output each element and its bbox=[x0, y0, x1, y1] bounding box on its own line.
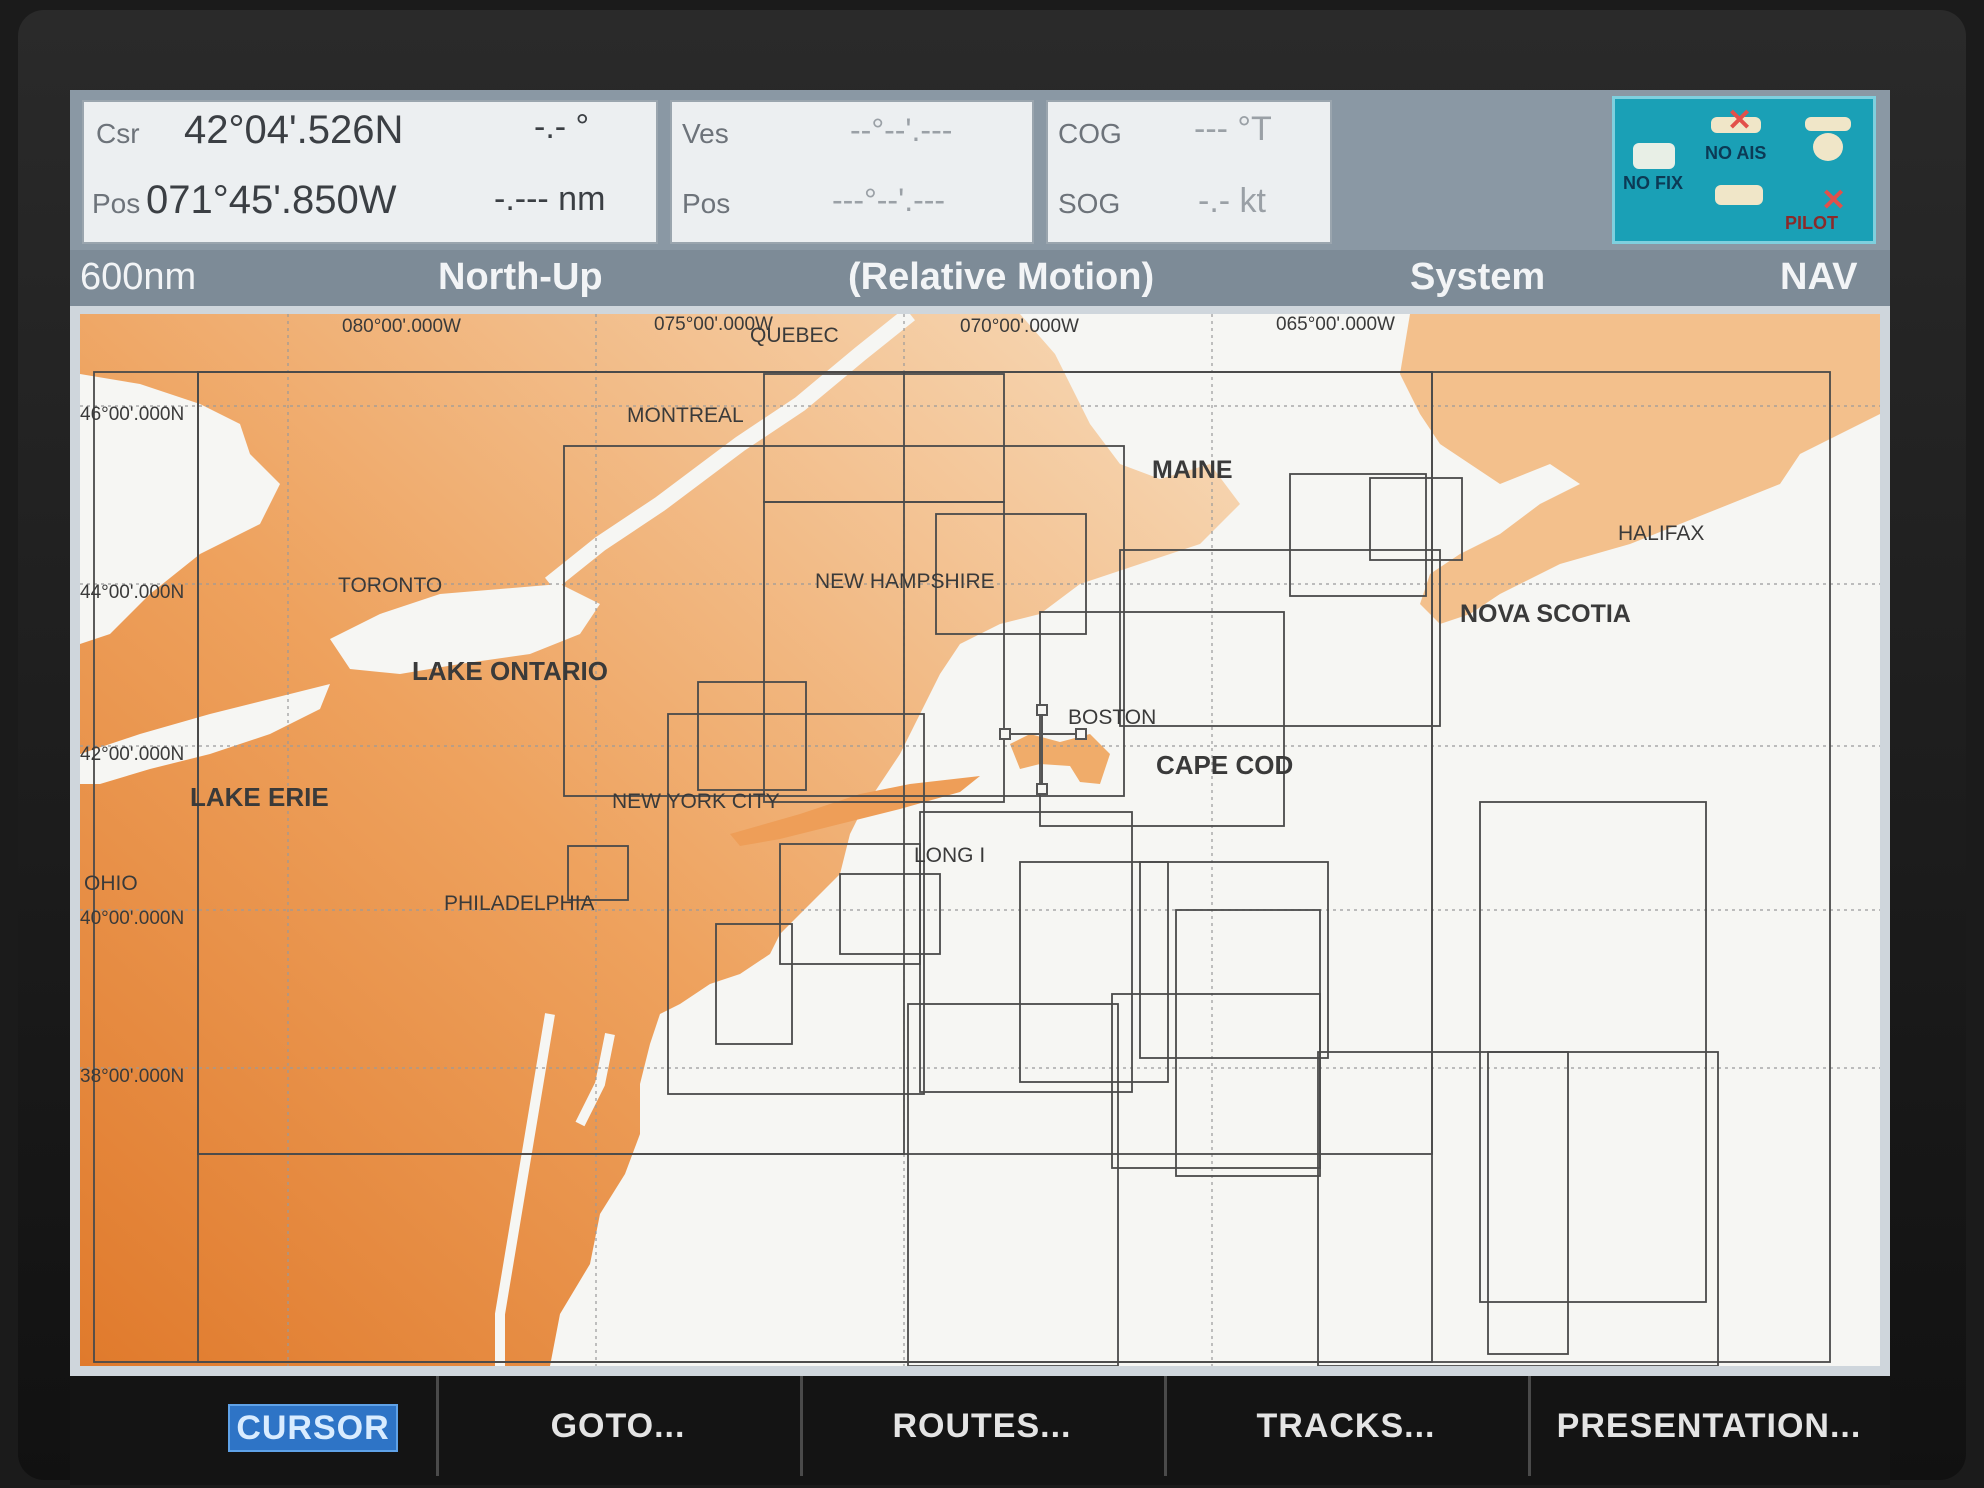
lat-label-40n: 40°00'.000N bbox=[80, 908, 184, 929]
motion-mode: (Relative Motion) bbox=[848, 256, 1155, 298]
lat-label-42n: 42°00'.000N bbox=[80, 744, 184, 765]
cursor-bearing: -.- ° bbox=[534, 108, 590, 146]
tracks-softkey[interactable]: TRACKS... bbox=[1164, 1376, 1531, 1476]
cape-cod-landmass bbox=[1010, 734, 1110, 784]
lon-label-65w: 065°00'.000W bbox=[1276, 314, 1395, 335]
vessel-longitude: ---°--'.--- bbox=[832, 182, 946, 218]
pilot-status: PILOT bbox=[1785, 213, 1838, 233]
place-ohio: OHIO bbox=[84, 872, 138, 895]
lat-label-38n: 38°00'.000N bbox=[80, 1066, 184, 1087]
cursor-range: -.--- nm bbox=[494, 180, 606, 218]
vessel-position-panel: Ves --°--'.--- Pos ---°--'.--- bbox=[670, 100, 1034, 244]
gps-satellite-icon bbox=[1633, 143, 1675, 169]
cog-value: --- °T bbox=[1194, 110, 1272, 148]
status-indicator-panel: NO FIX ✕ NO AIS ✕ PILOT bbox=[1612, 96, 1876, 244]
radar-dome-icon bbox=[1813, 133, 1843, 161]
no-fix-status: NO FIX bbox=[1623, 173, 1684, 193]
lon-label-70w: 070°00'.000W bbox=[960, 316, 1079, 337]
place-maine: MAINE bbox=[1152, 456, 1233, 484]
cursor-softkey[interactable]: CURSOR bbox=[70, 1376, 439, 1476]
place-halifax: HALIFAX bbox=[1618, 522, 1704, 545]
chart-range: 600nm bbox=[80, 256, 197, 298]
vessel-latitude: --°--'.--- bbox=[850, 112, 953, 148]
presentation-softkey[interactable]: PRESENTATION... bbox=[1528, 1376, 1890, 1476]
sog-value: -.- kt bbox=[1198, 182, 1266, 220]
goto-softkey[interactable]: GOTO... bbox=[436, 1376, 803, 1476]
no-ais-status: NO AIS bbox=[1705, 143, 1767, 163]
sog-label: SOG bbox=[1058, 188, 1121, 219]
place-nova-scotia: NOVA SCOTIA bbox=[1460, 600, 1631, 628]
nautical-chart[interactable]: 080°00'.000W 075°00'.000W 070°00'.000W 0… bbox=[80, 314, 1880, 1366]
place-montreal: MONTREAL bbox=[627, 404, 744, 427]
cog-label: COG bbox=[1058, 118, 1122, 149]
place-new-york-city: NEW YORK CITY bbox=[612, 790, 780, 813]
orientation-mode: North-Up bbox=[438, 256, 603, 298]
lon-label-80w: 080°00'.000W bbox=[342, 316, 461, 337]
nav-mode: NAV bbox=[1780, 256, 1858, 298]
chartplotter-screen: Csr 42°04'.526N -.- ° Pos 071°45'.850W -… bbox=[70, 90, 1890, 1485]
routes-softkey[interactable]: ROUTES... bbox=[800, 1376, 1167, 1476]
softkey-bar: CURSOR GOTO... ROUTES... TRACKS... PRESE… bbox=[70, 1376, 1890, 1485]
cursor-position-panel: Csr 42°04'.526N -.- ° Pos 071°45'.850W -… bbox=[82, 100, 658, 244]
place-quebec: QUEBEC bbox=[750, 324, 839, 347]
place-philadelphia: PHILADELPHIA bbox=[444, 892, 595, 915]
place-lake-erie: LAKE ERIE bbox=[190, 782, 329, 812]
place-lake-ontario: LAKE ONTARIO bbox=[412, 656, 608, 686]
cursor-longitude: 071°45'.850W bbox=[146, 178, 397, 222]
place-cape-cod: CAPE COD bbox=[1156, 750, 1293, 780]
radar-antenna-icon bbox=[1805, 117, 1851, 131]
ves-label: Ves bbox=[682, 118, 729, 149]
place-boston: BOSTON bbox=[1068, 706, 1156, 729]
course-speed-panel: COG --- °T SOG -.- kt bbox=[1046, 100, 1332, 244]
place-toronto: TORONTO bbox=[338, 574, 442, 597]
vessel-pos-label: Pos bbox=[682, 188, 731, 219]
cursor-latitude: 42°04'.526N bbox=[184, 108, 404, 152]
place-long-island: LONG I bbox=[914, 844, 985, 867]
data-bar: Csr 42°04'.526N -.- ° Pos 071°45'.850W -… bbox=[70, 90, 1890, 250]
ais-disabled-cross-icon: ✕ bbox=[1727, 104, 1753, 137]
pos-label: Pos bbox=[92, 188, 141, 219]
maritimes-landmass bbox=[1400, 314, 1880, 624]
chart-mode-bar: 600nm North-Up (Relative Motion) System … bbox=[70, 250, 1890, 306]
datum-system: System bbox=[1410, 256, 1546, 298]
chart-canvas[interactable]: 080°00'.000W 075°00'.000W 070°00'.000W 0… bbox=[80, 314, 1880, 1366]
cursor-softkey-label: CURSOR bbox=[228, 1404, 398, 1452]
csr-label: Csr bbox=[96, 118, 140, 149]
lat-label-44n: 44°00'.000N bbox=[80, 582, 184, 603]
autopilot-boat-icon bbox=[1715, 185, 1763, 205]
place-new-hampshire: NEW HAMPSHIRE bbox=[815, 570, 995, 593]
lat-label-46n: 46°00'.000N bbox=[80, 404, 184, 425]
